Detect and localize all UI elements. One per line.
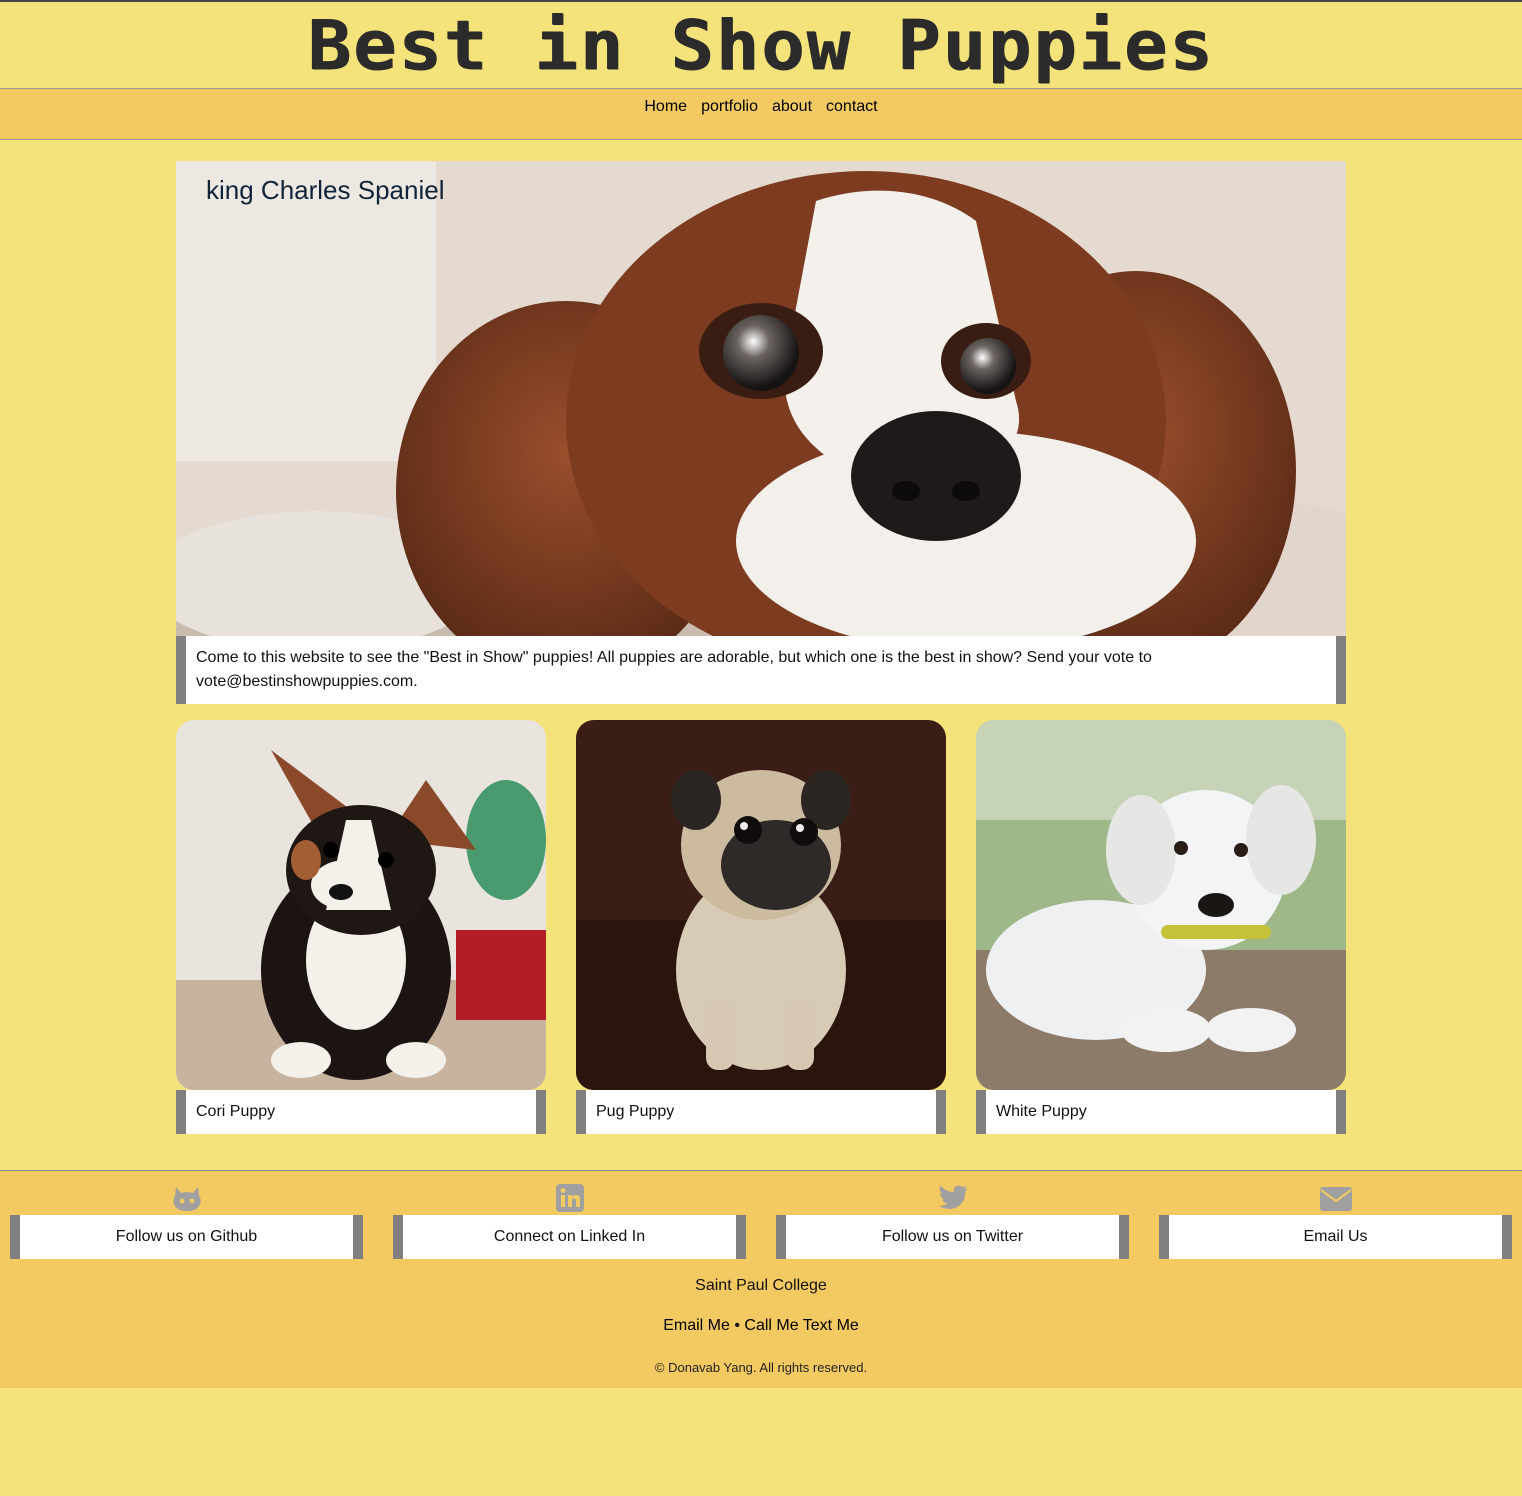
puppy-card-pug: Pug Puppy	[576, 720, 946, 1134]
white-puppy-caption: White Puppy	[976, 1090, 1346, 1134]
copyright: © Donavab Yang. All rights reserved.	[654, 1360, 868, 1375]
pug-puppy-caption: Pug Puppy	[576, 1090, 946, 1134]
contact-links: Email Me • Call Me Text Me	[0, 1317, 1522, 1335]
linkedin-icon	[554, 1183, 586, 1213]
spaniel-photo: king Charles Spaniel	[176, 161, 1346, 636]
card-caption-text: Cori Puppy	[196, 1103, 276, 1120]
cori-puppy-photo	[176, 720, 546, 1090]
card-caption-text: White Puppy	[996, 1103, 1087, 1120]
linkedin-link-label: Connect on Linked In	[393, 1215, 746, 1259]
twitter-link[interactable]: Follow us on Twitter	[776, 1183, 1129, 1259]
hero-caption: Come to this website to see the "Best in…	[176, 636, 1346, 704]
github-link-label: Follow us on Github	[10, 1215, 363, 1259]
separator-dot: •	[734, 1317, 740, 1334]
pug-puppy-photo	[576, 720, 946, 1090]
site-title: Best in Show Puppies	[307, 5, 1215, 85]
corgi-illustration	[176, 720, 546, 1090]
spaniel-illustration	[176, 161, 1346, 636]
hero-caption-text: Come to this website to see the "Best in…	[196, 649, 1152, 690]
page: Best in Show Puppies Home portfolio abou…	[0, 0, 1522, 1496]
main-nav: Home portfolio about contact	[0, 88, 1522, 140]
white-puppy-photo	[976, 720, 1346, 1090]
github-icon	[171, 1183, 203, 1213]
email-me-link[interactable]: Email Me	[663, 1317, 730, 1334]
site-footer: Follow us on Github Connect on Linked In…	[0, 1170, 1522, 1388]
cori-puppy-caption: Cori Puppy	[176, 1090, 546, 1134]
nav-link-contact[interactable]: contact	[826, 97, 878, 117]
github-link[interactable]: Follow us on Github	[10, 1183, 363, 1259]
pug-illustration	[576, 720, 946, 1090]
call-me-link[interactable]: Call Me	[744, 1317, 798, 1334]
text-me-link[interactable]: Text Me	[803, 1317, 859, 1334]
puppy-card-cori: Cori Puppy	[176, 720, 546, 1134]
college-name: Saint Paul College	[695, 1277, 827, 1294]
email-us-link[interactable]: Email Us	[1159, 1183, 1512, 1259]
email-us-link-label: Email Us	[1159, 1215, 1512, 1259]
hero-section: king Charles Spaniel Come to this websit…	[176, 161, 1346, 704]
twitter-icon	[937, 1183, 969, 1213]
hero-title: king Charles Spaniel	[206, 175, 445, 205]
card-caption-text: Pug Puppy	[596, 1103, 675, 1120]
linkedin-link[interactable]: Connect on Linked In	[393, 1183, 746, 1259]
nav-link-about[interactable]: about	[772, 97, 812, 117]
envelope-icon	[1319, 1183, 1352, 1213]
site-header: Best in Show Puppies	[0, 0, 1522, 88]
twitter-link-label: Follow us on Twitter	[776, 1215, 1129, 1259]
nav-link-portfolio[interactable]: portfolio	[701, 97, 758, 117]
nav-link-home[interactable]: Home	[644, 97, 687, 117]
white-puppy-illustration	[976, 720, 1346, 1090]
puppy-card-white: White Puppy	[976, 720, 1346, 1134]
